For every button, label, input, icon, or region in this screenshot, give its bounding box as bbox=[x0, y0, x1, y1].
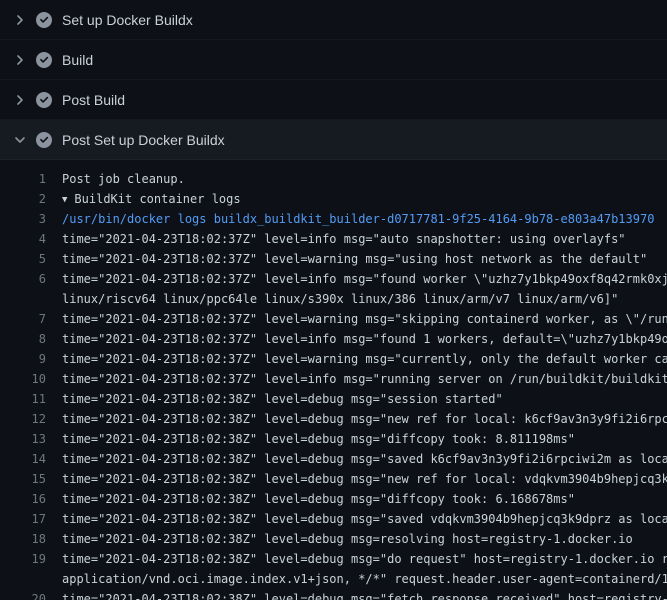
line-number[interactable]: 8 bbox=[0, 329, 46, 349]
line-number[interactable]: 7 bbox=[0, 309, 46, 329]
step-label: Set up Docker Buildx bbox=[62, 12, 193, 28]
log-text: time="2021-04-23T18:02:37Z" level=info m… bbox=[62, 269, 667, 289]
log-text: time="2021-04-23T18:02:37Z" level=warnin… bbox=[62, 349, 667, 369]
log-text: time="2021-04-23T18:02:38Z" level=debug … bbox=[62, 589, 667, 600]
log-line: 1 Post job cleanup. bbox=[0, 169, 667, 189]
log-text: time="2021-04-23T18:02:38Z" level=debug … bbox=[62, 409, 667, 429]
log-text: time="2021-04-23T18:02:37Z" level=info m… bbox=[62, 329, 667, 349]
log-area: 1 Post job cleanup. 2 ▼ BuildKit container l… bbox=[0, 160, 667, 600]
log-line: 9 time="2021-04-23T18:02:37Z" level=warni… bbox=[0, 349, 667, 369]
check-circle-icon bbox=[36, 132, 52, 148]
step-row-post-set-up-docker-buildx[interactable]: Post Set up Docker Buildx bbox=[0, 120, 667, 160]
line-number[interactable]: 9 bbox=[0, 349, 46, 369]
log-text: application/vnd.oci.image.index.v1+json,… bbox=[62, 569, 667, 589]
check-circle-icon bbox=[36, 92, 52, 108]
log-text: time="2021-04-23T18:02:38Z" level=debug … bbox=[62, 389, 503, 409]
log-line: 2 ▼ BuildKit container logs bbox=[0, 189, 667, 209]
step-label: Build bbox=[62, 52, 93, 68]
line-number[interactable]: 17 bbox=[0, 509, 46, 529]
workflow-log-panel: Set up Docker Buildx Build Post Build Post … bbox=[0, 0, 667, 600]
log-line: 12 time="2021-04-23T18:02:38Z" level=debu… bbox=[0, 409, 667, 429]
log-text: time="2021-04-23T18:02:37Z" level=info m… bbox=[62, 229, 626, 249]
log-text: time="2021-04-23T18:02:38Z" level=debug … bbox=[62, 449, 667, 469]
log-line: 4 time="2021-04-23T18:02:37Z" level=info … bbox=[0, 229, 667, 249]
log-text: time="2021-04-23T18:02:37Z" level=info m… bbox=[62, 369, 667, 389]
line-number[interactable]: 15 bbox=[0, 469, 46, 489]
line-number[interactable]: 20 bbox=[0, 589, 46, 600]
chevron-down-icon bbox=[12, 132, 28, 148]
log-text: Post job cleanup. bbox=[62, 169, 185, 189]
line-number[interactable]: 2 bbox=[0, 189, 46, 209]
log-text: time="2021-04-23T18:02:38Z" level=debug … bbox=[62, 509, 667, 529]
log-line: 11 time="2021-04-23T18:02:38Z" level=debu… bbox=[0, 389, 667, 409]
line-number[interactable]: 13 bbox=[0, 429, 46, 449]
line-number bbox=[0, 289, 46, 309]
line-number[interactable]: 18 bbox=[0, 529, 46, 549]
log-line: 16 time="2021-04-23T18:02:38Z" level=debu… bbox=[0, 489, 667, 509]
step-row-post-build[interactable]: Post Build bbox=[0, 80, 667, 120]
log-line: 7 time="2021-04-23T18:02:37Z" level=warni… bbox=[0, 309, 667, 329]
line-number[interactable]: 6 bbox=[0, 269, 46, 289]
log-line: 5 time="2021-04-23T18:02:37Z" level=warni… bbox=[0, 249, 667, 269]
group-title: BuildKit container logs bbox=[74, 192, 240, 206]
log-line-continuation: application/vnd.oci.image.index.v1+json,… bbox=[0, 569, 667, 589]
log-line: 8 time="2021-04-23T18:02:37Z" level=info … bbox=[0, 329, 667, 349]
group-expanded-caret-icon[interactable]: ▼ bbox=[62, 190, 67, 209]
line-number[interactable]: 5 bbox=[0, 249, 46, 269]
log-line: 19 time="2021-04-23T18:02:38Z" level=debu… bbox=[0, 549, 667, 569]
line-number bbox=[0, 569, 46, 589]
check-circle-icon bbox=[36, 52, 52, 68]
command-text: /usr/bin/docker logs buildx_buildkit_bui… bbox=[62, 209, 654, 229]
log-group-toggle[interactable]: ▼ BuildKit container logs bbox=[62, 189, 241, 209]
line-number[interactable]: 3 bbox=[0, 209, 46, 229]
log-line: 17 time="2021-04-23T18:02:38Z" level=debu… bbox=[0, 509, 667, 529]
step-row-set-up-docker-buildx[interactable]: Set up Docker Buildx bbox=[0, 0, 667, 40]
check-circle-icon bbox=[36, 12, 52, 28]
log-line: 3/usr/bin/docker logs buildx_buildkit_bu… bbox=[0, 209, 667, 229]
line-number[interactable]: 4 bbox=[0, 229, 46, 249]
log-line: 20 time="2021-04-23T18:02:38Z" level=debu… bbox=[0, 589, 667, 600]
line-number[interactable]: 14 bbox=[0, 449, 46, 469]
line-number[interactable]: 19 bbox=[0, 549, 46, 569]
log-text: time="2021-04-23T18:02:37Z" level=warnin… bbox=[62, 309, 667, 329]
log-line: 13 time="2021-04-23T18:02:38Z" level=debu… bbox=[0, 429, 667, 449]
log-text: time="2021-04-23T18:02:38Z" level=debug … bbox=[62, 529, 633, 549]
log-line: 18 time="2021-04-23T18:02:38Z" level=debu… bbox=[0, 529, 667, 549]
log-text: linux/riscv64 linux/ppc64le linux/s390x … bbox=[62, 289, 618, 309]
log-text: time="2021-04-23T18:02:38Z" level=debug … bbox=[62, 489, 575, 509]
step-label: Post Build bbox=[62, 92, 125, 108]
chevron-right-icon bbox=[12, 12, 28, 28]
line-number[interactable]: 16 bbox=[0, 489, 46, 509]
log-line: 10 time="2021-04-23T18:02:37Z" level=info… bbox=[0, 369, 667, 389]
step-label: Post Set up Docker Buildx bbox=[62, 132, 225, 148]
line-number[interactable]: 11 bbox=[0, 389, 46, 409]
log-text: time="2021-04-23T18:02:38Z" level=debug … bbox=[62, 429, 575, 449]
log-line: 15 time="2021-04-23T18:02:38Z" level=debu… bbox=[0, 469, 667, 489]
log-text: time="2021-04-23T18:02:38Z" level=debug … bbox=[62, 549, 667, 569]
line-number[interactable]: 12 bbox=[0, 409, 46, 429]
log-line-continuation: linux/riscv64 linux/ppc64le linux/s390x … bbox=[0, 289, 667, 309]
log-text: time="2021-04-23T18:02:38Z" level=debug … bbox=[62, 469, 667, 489]
chevron-right-icon bbox=[12, 52, 28, 68]
chevron-right-icon bbox=[12, 92, 28, 108]
log-line: 6 time="2021-04-23T18:02:37Z" level=info … bbox=[0, 269, 667, 289]
line-number[interactable]: 10 bbox=[0, 369, 46, 389]
step-list: Set up Docker Buildx Build Post Build Post … bbox=[0, 0, 667, 160]
log-line: 14 time="2021-04-23T18:02:38Z" level=debu… bbox=[0, 449, 667, 469]
line-number[interactable]: 1 bbox=[0, 169, 46, 189]
step-row-build[interactable]: Build bbox=[0, 40, 667, 80]
log-text: time="2021-04-23T18:02:37Z" level=warnin… bbox=[62, 249, 647, 269]
